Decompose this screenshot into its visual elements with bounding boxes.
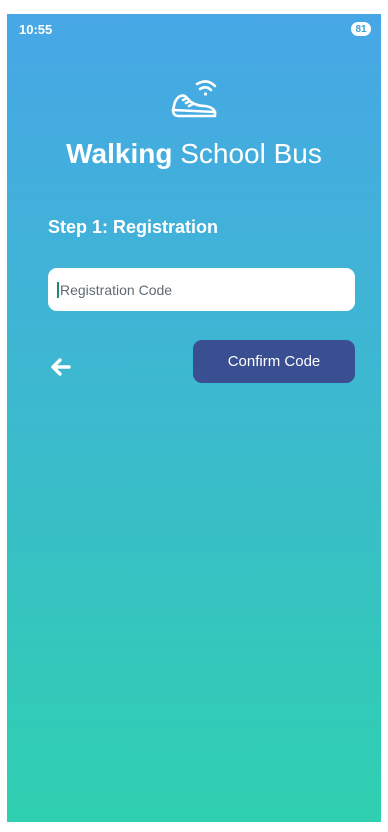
- back-button[interactable]: [47, 354, 75, 380]
- status-bar: 10:55 81: [7, 14, 381, 44]
- confirm-code-button[interactable]: Confirm Code: [193, 340, 355, 383]
- status-time: 10:55: [19, 22, 53, 37]
- sneaker-wifi-icon: [169, 72, 221, 122]
- text-caret: [57, 282, 59, 298]
- battery-icon: 81: [351, 22, 371, 36]
- registration-code-input[interactable]: [48, 268, 355, 311]
- app-title-bold: Walking: [66, 138, 173, 169]
- step-title: Step 1: Registration: [48, 217, 219, 237]
- app-title-rest: School Bus: [172, 138, 322, 169]
- battery-level: 81: [355, 23, 367, 35]
- app-title: Walking School Bus: [7, 138, 381, 170]
- app-screen: 10:55 81 Walking School Bus Step 1: Regi…: [7, 14, 381, 822]
- arrow-left-icon: [51, 358, 71, 376]
